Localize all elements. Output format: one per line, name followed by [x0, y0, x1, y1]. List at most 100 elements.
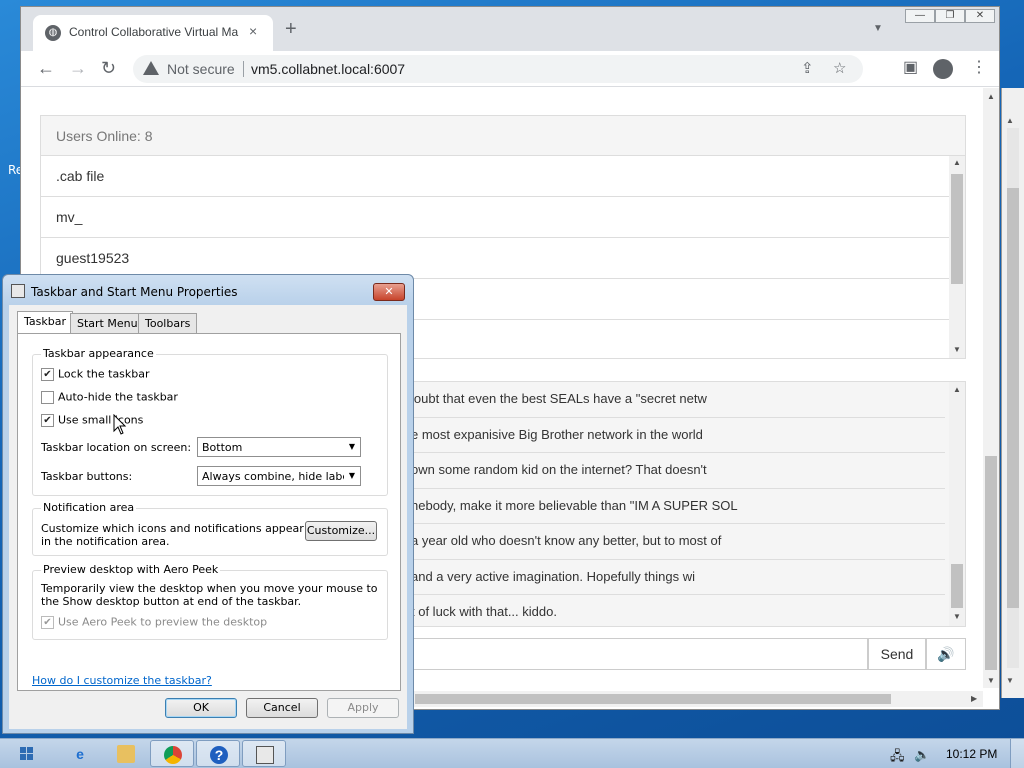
dropdown-arrow-icon[interactable]: ▼: [344, 467, 360, 485]
aero-peek-checkbox[interactable]: ✔ Use Aero Peek to preview the desktop: [41, 615, 267, 629]
taskbar-app-help[interactable]: ?: [196, 740, 240, 767]
scroll-right-arrow-icon[interactable]: ▶: [971, 694, 977, 703]
ie-icon: e: [76, 746, 84, 762]
taskbar-properties-icon: [256, 746, 274, 764]
back-button[interactable]: ←: [37, 57, 55, 79]
horizontal-scrollbar-thumb[interactable]: [415, 694, 891, 704]
browser-toolbar: ← → ↻ Not secure vm5.collabnet.local:600…: [21, 51, 999, 87]
group-title: Taskbar appearance: [41, 347, 156, 360]
share-icon[interactable]: ⇪: [801, 59, 814, 77]
tab-search-chevron-icon[interactable]: ▼: [873, 23, 883, 34]
scroll-up-arrow-icon[interactable]: ▲: [987, 92, 995, 101]
user-list-item[interactable]: mv_: [41, 197, 949, 238]
scrollbar-thumb[interactable]: [1007, 188, 1019, 608]
small-icons-checkbox[interactable]: ✔ Use small icons: [41, 413, 143, 427]
taskbar-app-taskbar-properties[interactable]: [242, 740, 286, 767]
scroll-up-arrow-icon[interactable]: ▲: [953, 385, 961, 394]
mouse-cursor-icon: [113, 414, 127, 435]
security-status[interactable]: Not secure: [167, 61, 235, 77]
url-text[interactable]: vm5.collabnet.local:6007: [251, 61, 405, 77]
explorer-folder-icon: [117, 745, 135, 763]
browser-tab[interactable]: ◍ Control Collaborative Virtual Ma ×: [33, 15, 273, 51]
page-horizontal-scrollbar[interactable]: ▶: [401, 691, 983, 707]
page-vertical-scrollbar[interactable]: ▲ ▼: [983, 88, 999, 688]
speaker-icon[interactable]: 🔊: [926, 638, 966, 670]
location-label: Taskbar location on screen:: [41, 441, 192, 454]
scroll-down-arrow-icon[interactable]: ▼: [953, 345, 961, 354]
taskbar-properties-dialog: Taskbar and Start Menu Properties ✕ Task…: [2, 274, 414, 734]
lock-taskbar-checkbox[interactable]: ✔ Lock the taskbar: [41, 367, 150, 381]
taskbar-buttons-select[interactable]: Always combine, hide labels ▼: [197, 466, 361, 486]
maximize-button[interactable]: ❐: [935, 9, 965, 23]
cancel-button[interactable]: Cancel: [246, 698, 318, 718]
dialog-titlebar[interactable]: Taskbar and Start Menu Properties ✕: [3, 275, 413, 305]
dropdown-arrow-icon[interactable]: ▼: [344, 438, 360, 456]
group-title: Preview desktop with Aero Peek: [41, 563, 221, 576]
tab-start-menu[interactable]: Start Menu: [70, 313, 145, 333]
address-bar[interactable]: Not secure vm5.collabnet.local:6007 ⇪ ☆: [133, 55, 863, 83]
scroll-up-arrow-icon[interactable]: ▲: [1006, 116, 1014, 125]
ok-button[interactable]: OK: [165, 698, 237, 718]
tab-close-icon[interactable]: ×: [249, 23, 257, 39]
notification-area-group: Notification area Customize which icons …: [32, 501, 388, 556]
bookmark-star-icon[interactable]: ☆: [833, 59, 846, 77]
group-title: Notification area: [41, 501, 137, 514]
taskbar: e ? 🖧 🔈 10:12 PM: [0, 738, 1024, 768]
aero-peek-description: Temporarily view the desktop when you mo…: [41, 582, 378, 608]
chat-scrollbar[interactable]: ▲ ▼: [949, 382, 965, 626]
autohide-taskbar-checkbox[interactable]: Auto-hide the taskbar: [41, 390, 178, 404]
checkbox-checked-icon[interactable]: ✔: [41, 615, 54, 629]
window-close-button[interactable]: ✕: [965, 9, 995, 23]
side-panel-icon[interactable]: ▣: [903, 57, 918, 77]
checkbox-checked-icon[interactable]: ✔: [41, 413, 54, 427]
warning-icon[interactable]: [143, 61, 159, 75]
background-window-edge: ▲ ▼: [1001, 88, 1024, 698]
scroll-down-arrow-icon[interactable]: ▼: [953, 612, 961, 621]
apply-button[interactable]: Apply: [327, 698, 399, 718]
minimize-button[interactable]: —: [905, 9, 935, 23]
user-list-item[interactable]: guest19523: [41, 238, 949, 279]
windows-logo-icon: [20, 747, 34, 761]
notification-description: Customize which icons and notifications …: [41, 522, 304, 548]
users-online-header: Users Online: 8: [41, 116, 965, 156]
checkbox-checked-icon[interactable]: ✔: [41, 367, 54, 381]
chrome-icon: [164, 746, 182, 764]
checkbox-unchecked-icon[interactable]: [41, 390, 54, 404]
taskbar-properties-icon: [11, 284, 25, 298]
tab-toolbars[interactable]: Toolbars: [138, 313, 198, 333]
send-button[interactable]: Send: [868, 638, 926, 670]
taskbar-app-chrome[interactable]: [150, 740, 194, 767]
taskbar-clock[interactable]: 10:12 PM: [946, 747, 997, 761]
taskbar-location-select[interactable]: Bottom ▼: [197, 437, 361, 457]
aero-peek-group: Preview desktop with Aero Peek Temporari…: [32, 563, 388, 640]
profile-avatar-icon[interactable]: [933, 59, 953, 79]
network-icon[interactable]: 🖧: [890, 747, 905, 768]
forward-button[interactable]: →: [69, 57, 87, 79]
reload-button[interactable]: ↻: [101, 57, 116, 79]
scroll-down-arrow-icon[interactable]: ▼: [1006, 676, 1014, 685]
taskbar-app-explorer[interactable]: [104, 740, 148, 767]
customize-button[interactable]: Customize...: [305, 521, 377, 541]
scroll-up-arrow-icon[interactable]: ▲: [953, 158, 961, 167]
buttons-label: Taskbar buttons:: [41, 470, 133, 483]
users-scrollbar-thumb[interactable]: [951, 174, 963, 284]
volume-icon[interactable]: 🔈: [914, 747, 930, 763]
taskbar-appearance-group: Taskbar appearance ✔ Lock the taskbar Aut…: [32, 347, 388, 496]
kebab-menu-icon[interactable]: ⋮: [971, 57, 987, 77]
taskbar-tab-pane: Taskbar appearance ✔ Lock the taskbar Aut…: [17, 333, 401, 691]
help-icon: ?: [210, 746, 228, 764]
taskbar-app-ie[interactable]: e: [58, 740, 102, 767]
scroll-down-arrow-icon[interactable]: ▼: [987, 676, 995, 685]
user-list-item[interactable]: .cab file: [41, 156, 949, 197]
help-link[interactable]: How do I customize the taskbar?: [32, 674, 212, 687]
show-desktop-button[interactable]: [1010, 739, 1024, 768]
chat-scrollbar-thumb[interactable]: [951, 564, 963, 608]
tab-taskbar[interactable]: Taskbar: [17, 311, 73, 334]
new-tab-button[interactable]: +: [285, 19, 297, 39]
dialog-close-button[interactable]: ✕: [373, 283, 405, 301]
tab-title: Control Collaborative Virtual Ma: [69, 25, 239, 39]
start-button[interactable]: [6, 743, 46, 765]
users-scrollbar[interactable]: ▲ ▼: [949, 156, 965, 358]
omnibox-divider: [243, 61, 244, 77]
page-scrollbar-thumb[interactable]: [985, 456, 997, 670]
